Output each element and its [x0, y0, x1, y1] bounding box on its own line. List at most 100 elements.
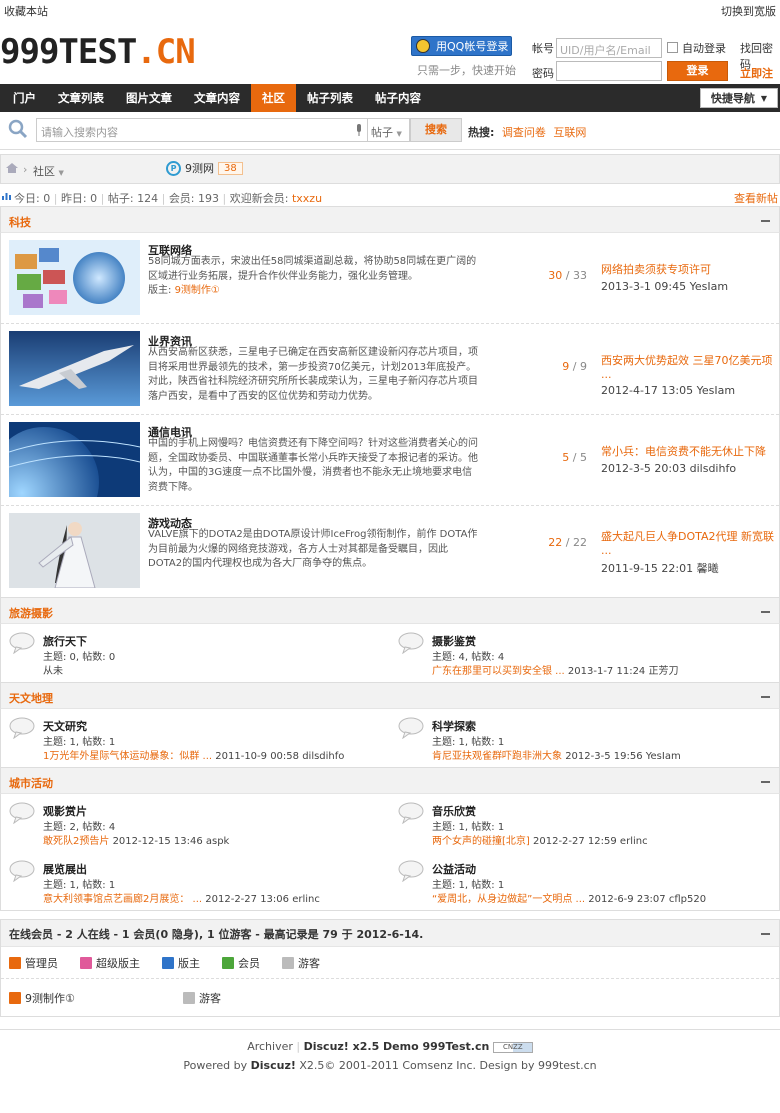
forum-title[interactable]: 音乐欣赏 [432, 803, 476, 819]
forum-row: 互联网络 58同城方面表示，宋波出任58同城渠道副总裁，将协助58同城在更广阔的… [1, 233, 779, 324]
site-count-badge: 38 [218, 161, 243, 175]
hot-search-link[interactable]: 调查问卷 [502, 126, 546, 139]
last-post-link[interactable]: 肯尼亚扶观雀群吓跑非洲大象 [432, 751, 562, 762]
admin-user-icon [9, 956, 21, 969]
forum-last-post: 盛大起凡巨人争DOTA2代理 新宽联 ... 2011-9-15 22:01 馨… [601, 530, 775, 575]
speech-bubble-icon [398, 860, 424, 882]
user-group-legend: 管理员 超级版主 版主 会员 游客 [1, 947, 779, 979]
nav-item-portal[interactable]: 门户 [2, 84, 47, 112]
p-logo-icon: P [166, 160, 181, 176]
site-badge[interactable]: P 9测网 38 [166, 160, 243, 176]
collapse-icon[interactable] [761, 611, 770, 613]
last-post-link[interactable]: “爱周北，从身边做起”一文明点 ... [432, 894, 585, 905]
section-header-astro[interactable]: 天文地理 [0, 682, 780, 709]
online-user[interactable]: 9测制作① [9, 990, 161, 1006]
nav-item-article-content[interactable]: 文章内容 [183, 84, 251, 112]
bar-chart-icon [2, 193, 11, 200]
last-post-link[interactable]: 盛大起凡巨人争DOTA2代理 新宽联 ... [601, 530, 774, 557]
quick-nav-button[interactable]: 快捷导航 ▼ [700, 88, 778, 108]
switch-wide-link[interactable]: 切换到宽版 [721, 3, 776, 19]
qq-penguin-icon [416, 39, 430, 53]
forum-last-post: 广东在那里可以买到安全银 ... 2013-1-7 11:24 正芳刀 [432, 666, 679, 677]
main-nav: 门户 文章列表 图片文章 文章内容 社区 帖子列表 帖子内容 快捷导航 ▼ [0, 84, 780, 112]
guest-user-icon [282, 956, 294, 969]
forum-last-post: 从未 [43, 666, 63, 677]
site-logo[interactable]: 999TEST.CN [0, 32, 196, 72]
hot-search: 热搜: 调查问卷 互联网 [468, 126, 587, 139]
search-input[interactable]: 请输入搜索内容 [36, 118, 368, 142]
login-button[interactable]: 登录 [667, 61, 728, 81]
cnzz-badge[interactable]: CNZZ [492, 1041, 533, 1053]
nav-item-article-list[interactable]: 文章列表 [47, 84, 115, 112]
section-city: 观影赏片 主题: 2, 帖数: 4 敢死队2预告片 2012-12-15 13:… [0, 794, 780, 911]
earth-network-image[interactable] [9, 422, 140, 497]
last-post-link[interactable]: 常小兵：电信资费不能无休止下降 [601, 445, 766, 458]
jet-image[interactable] [9, 331, 140, 406]
last-post-link[interactable]: 意大利领事馆点艺画廊2月展览： ... [43, 894, 202, 905]
collapse-icon[interactable] [761, 220, 770, 222]
game-character-image[interactable] [9, 513, 140, 588]
collapse-icon[interactable] [761, 696, 770, 698]
forum-title[interactable]: 公益活动 [432, 861, 476, 877]
last-post-link[interactable]: 两个女声的碰撞[北京] [432, 836, 530, 847]
forum-title[interactable]: 展览展出 [43, 861, 87, 877]
bookmark-link[interactable]: 收藏本站 [4, 3, 48, 19]
forum-last-post: 两个女声的碰撞[北京] 2012-2-27 12:59 erlinc [432, 836, 648, 847]
new-member-link[interactable]: txxzu [292, 192, 322, 205]
online-header[interactable]: 在线会员 - 2 人在线 - 1 会员(0 隐身), 1 位游客 - 最高记录是… [1, 920, 779, 947]
forum-counts: 5 / 5 [562, 451, 587, 464]
forum-last-post: 1万光年外星际气体运动暴象：似群 ... 2011-10-9 00:58 dil… [43, 751, 345, 762]
guest-user-icon [183, 991, 195, 1004]
breadcrumb-community[interactable]: 社区 ▼ [33, 163, 64, 179]
section-header-tech[interactable]: 科技 [0, 206, 780, 233]
section-header-city[interactable]: 城市活动 [0, 767, 780, 794]
hot-search-link[interactable]: 互联网 [553, 126, 586, 139]
forum-title[interactable]: 旅行天下 [43, 633, 87, 649]
last-post-link[interactable]: 西安两大优势起效 三星70亿美元项 ... [601, 354, 773, 381]
nav-item-thread-list[interactable]: 帖子列表 [296, 84, 364, 112]
forum-stats: 今日: 0 | 昨日: 0 | 帖子: 124 | 会员: 193 | 欢迎新会… [0, 184, 780, 206]
collapse-icon[interactable] [761, 781, 770, 783]
last-post-link[interactable]: 广东在那里可以买到安全银 ... [432, 666, 565, 677]
moderator-link[interactable]: 9测制作① [175, 285, 220, 296]
microphone-icon[interactable] [355, 124, 363, 136]
collapse-icon[interactable] [761, 933, 770, 935]
forum-counts: 30 / 33 [548, 269, 587, 282]
view-new-posts-link[interactable]: 查看新帖 [734, 190, 778, 206]
forum-counts: 22 / 22 [548, 536, 587, 549]
section-header-travel[interactable]: 旅游摄影 [0, 597, 780, 624]
section-astro: 天文研究 主题: 1, 帖数: 1 1万光年外星际气体运动暴象：似群 ... 2… [0, 709, 780, 767]
last-post-link[interactable]: 1万光年外星际气体运动暴象：似群 ... [43, 751, 212, 762]
nav-item-thread-content[interactable]: 帖子内容 [364, 84, 432, 112]
last-post-link[interactable]: 敢死队2预告片 [43, 836, 109, 847]
forum-description: 58同城方面表示，宋波出任58同城渠道副总裁，将协助58同城在更广阔的区域进行业… [148, 256, 477, 296]
password-input[interactable] [556, 61, 662, 81]
admin-user-icon [9, 991, 21, 1004]
home-icon[interactable] [6, 163, 18, 173]
nav-item-image-article[interactable]: 图片文章 [115, 84, 183, 112]
search-type-select[interactable]: 帖子 ▼ [368, 118, 410, 142]
auto-login-label: 自动登录 [682, 42, 726, 55]
section-tech: 互联网络 58同城方面表示，宋波出任58同城渠道副总裁，将协助58同城在更广阔的… [0, 233, 780, 597]
forum-description: 中国的手机上网慢吗？电信资费还有下降空间吗？针对这些消费者关心的问题，全国政协委… [148, 438, 478, 493]
search-button[interactable]: 搜索 [410, 118, 462, 142]
powered-by: Powered by Discuz! X2.5© 2001-2011 Comse… [183, 1059, 597, 1072]
speech-bubble-icon [9, 717, 35, 739]
forum-last-post: “爱周北，从身边做起”一文明点 ... 2012-6-9 23:07 cflp5… [432, 894, 707, 905]
internet-globe-image[interactable] [9, 240, 140, 315]
speech-bubble-icon [398, 717, 424, 739]
forum-row: 业界资讯 从西安高新区获悉，三星电子已确定在西安高新区建设新闪存芯片项目，项目将… [1, 324, 779, 415]
account-input[interactable]: UID/用户名/Email [556, 38, 662, 58]
forum-title[interactable]: 摄影鉴赏 [432, 633, 476, 649]
search-icon [8, 119, 28, 139]
nav-item-community[interactable]: 社区 [251, 84, 296, 112]
qq-login-button[interactable]: 用QQ帐号登录 [411, 36, 512, 56]
account-label: 帐号 [532, 42, 554, 55]
last-post-link[interactable]: 网络拍卖须获专项许可 [601, 263, 711, 276]
archiver-link[interactable]: Archiver [247, 1040, 293, 1053]
password-label: 密码 [532, 67, 554, 80]
auto-login-checkbox[interactable] [667, 42, 678, 53]
forum-title[interactable]: 观影赏片 [43, 803, 87, 819]
forum-title[interactable]: 科学探索 [432, 718, 476, 734]
forum-title[interactable]: 天文研究 [43, 718, 87, 734]
